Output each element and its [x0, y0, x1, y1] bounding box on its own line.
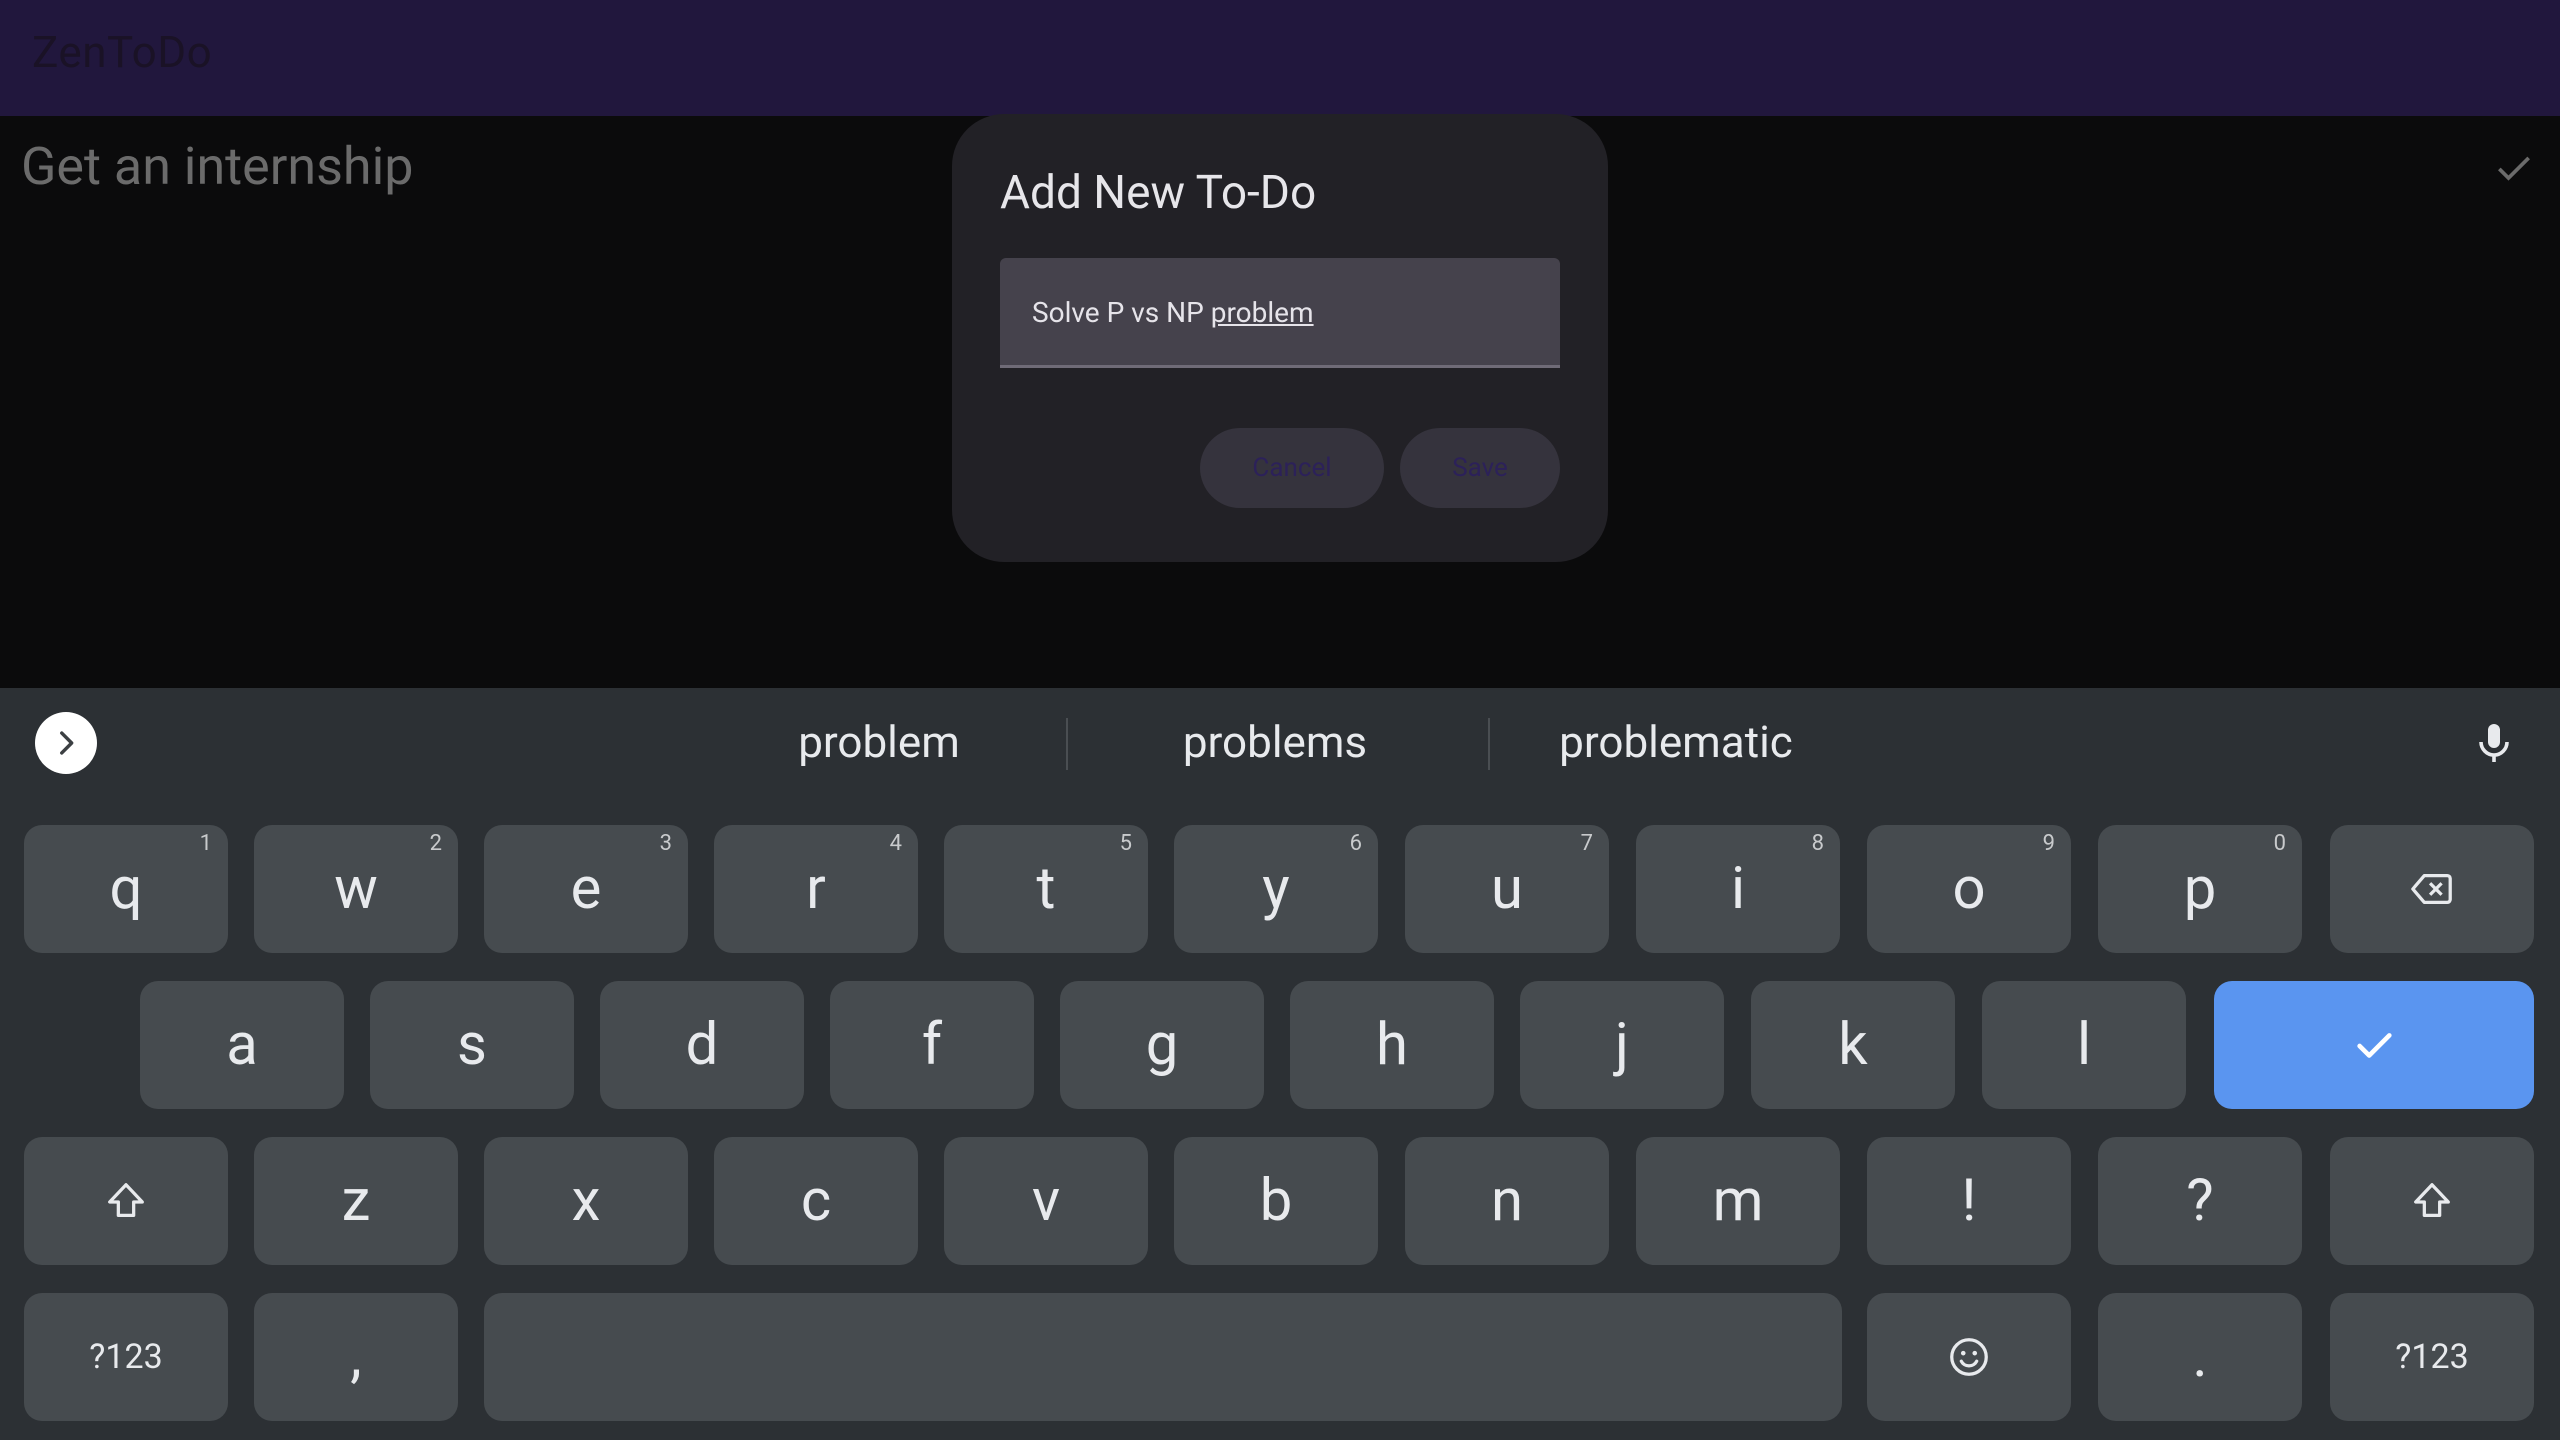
key-h[interactable]: h	[1290, 981, 1494, 1109]
key-question[interactable]: ?	[2098, 1137, 2302, 1265]
key-k[interactable]: k	[1751, 981, 1955, 1109]
key-g[interactable]: g	[1060, 981, 1264, 1109]
todo-item-text[interactable]: Get an internship	[21, 136, 413, 197]
app-bar: ZenToDo	[0, 0, 2560, 116]
key-exclamation[interactable]: !	[1867, 1137, 2071, 1265]
key-c[interactable]: c	[714, 1137, 918, 1265]
dialog-title: Add New To-Do	[1000, 166, 1317, 220]
key-hint: 6	[1349, 831, 1362, 856]
key-u[interactable]: u7	[1405, 825, 1609, 953]
space-key[interactable]	[484, 1293, 1842, 1421]
shift-left-key[interactable]	[24, 1137, 228, 1265]
shift-icon	[108, 1183, 144, 1218]
key-z[interactable]: z	[254, 1137, 458, 1265]
key-hint: 1	[199, 831, 212, 856]
key-hint: 8	[1811, 831, 1824, 856]
key-label: e	[570, 855, 602, 923]
key-label: r	[806, 855, 826, 923]
key-label: p	[2183, 855, 2217, 923]
key-label: i	[1730, 855, 1746, 923]
key-q[interactable]: q1	[24, 825, 228, 953]
key-hint: 3	[659, 831, 672, 856]
symbols-right-key[interactable]: ?123	[2330, 1293, 2534, 1421]
key-hint: 0	[2273, 831, 2286, 856]
app-title: ZenToDo	[32, 26, 213, 78]
mic-icon[interactable]	[2470, 720, 2518, 768]
suggestion-divider	[1066, 718, 1068, 770]
key-o[interactable]: o9	[1867, 825, 2071, 953]
key-area: q1 w2 e3 r4 t5 y6 u7 i8 o9 p0 a s d f g …	[0, 800, 2560, 1440]
shift-icon	[2414, 1183, 2450, 1218]
emoji-key[interactable]	[1867, 1293, 2071, 1421]
key-hint: 9	[2042, 831, 2055, 856]
key-n[interactable]: n	[1405, 1137, 1609, 1265]
key-label: y	[1262, 855, 1290, 923]
suggestion-bar: problem problems problematic	[0, 688, 2560, 800]
key-v[interactable]: v	[944, 1137, 1148, 1265]
cancel-button[interactable]: Cancel	[1200, 428, 1384, 508]
check-icon[interactable]	[2492, 146, 2536, 190]
key-b[interactable]: b	[1174, 1137, 1378, 1265]
key-d[interactable]: d	[600, 981, 804, 1109]
input-text-composing: problem	[1210, 296, 1314, 329]
key-label: o	[1952, 855, 1986, 923]
key-l[interactable]: l	[1982, 981, 2186, 1109]
shift-right-key[interactable]	[2330, 1137, 2534, 1265]
key-hint: 5	[1119, 831, 1132, 856]
key-s[interactable]: s	[370, 981, 574, 1109]
key-w[interactable]: w2	[254, 825, 458, 953]
key-f[interactable]: f	[830, 981, 1034, 1109]
suggestion-divider	[1488, 718, 1490, 770]
key-t[interactable]: t5	[944, 825, 1148, 953]
key-label: t	[1036, 855, 1056, 923]
input-text-prefix: Solve P vs NP	[1032, 296, 1211, 329]
key-hint: 4	[889, 831, 902, 856]
suggestion-2[interactable]: problems	[1140, 716, 1410, 768]
symbols-left-key[interactable]: ?123	[24, 1293, 228, 1421]
key-r[interactable]: r4	[714, 825, 918, 953]
add-todo-dialog: Add New To-Do Solve P vs NP problem Canc…	[952, 114, 1608, 562]
key-m[interactable]: m	[1636, 1137, 1840, 1265]
expand-toolbar-button[interactable]	[35, 712, 97, 774]
save-button[interactable]: Save	[1400, 428, 1560, 508]
suggestion-1[interactable]: problem	[744, 716, 1014, 768]
key-y[interactable]: y6	[1174, 825, 1378, 953]
period-key[interactable]: .	[2098, 1293, 2302, 1421]
backspace-icon	[2411, 873, 2452, 905]
key-j[interactable]: j	[1520, 981, 1724, 1109]
backspace-key[interactable]	[2330, 825, 2534, 953]
key-p[interactable]: p0	[2098, 825, 2302, 953]
emoji-icon	[1950, 1338, 1988, 1376]
key-hint: 2	[429, 831, 442, 856]
key-e[interactable]: e3	[484, 825, 688, 953]
key-label: w	[334, 855, 378, 923]
key-i[interactable]: i8	[1636, 825, 1840, 953]
key-label: u	[1491, 855, 1523, 923]
todo-input-value[interactable]: Solve P vs NP problem	[1032, 296, 1314, 329]
key-x[interactable]: x	[484, 1137, 688, 1265]
todo-input[interactable]: Solve P vs NP problem	[1000, 258, 1560, 368]
suggestion-3[interactable]: problematic	[1536, 716, 1816, 768]
enter-key[interactable]	[2214, 981, 2534, 1109]
key-a[interactable]: a	[140, 981, 344, 1109]
enter-check-icon	[2357, 1033, 2392, 1058]
on-screen-keyboard: problem problems problematic q1 w2 e3 r4…	[0, 688, 2560, 1440]
key-label: q	[109, 855, 143, 923]
key-hint: 7	[1580, 831, 1593, 856]
expand-icon	[60, 731, 74, 755]
comma-key[interactable]: ,	[254, 1293, 458, 1421]
